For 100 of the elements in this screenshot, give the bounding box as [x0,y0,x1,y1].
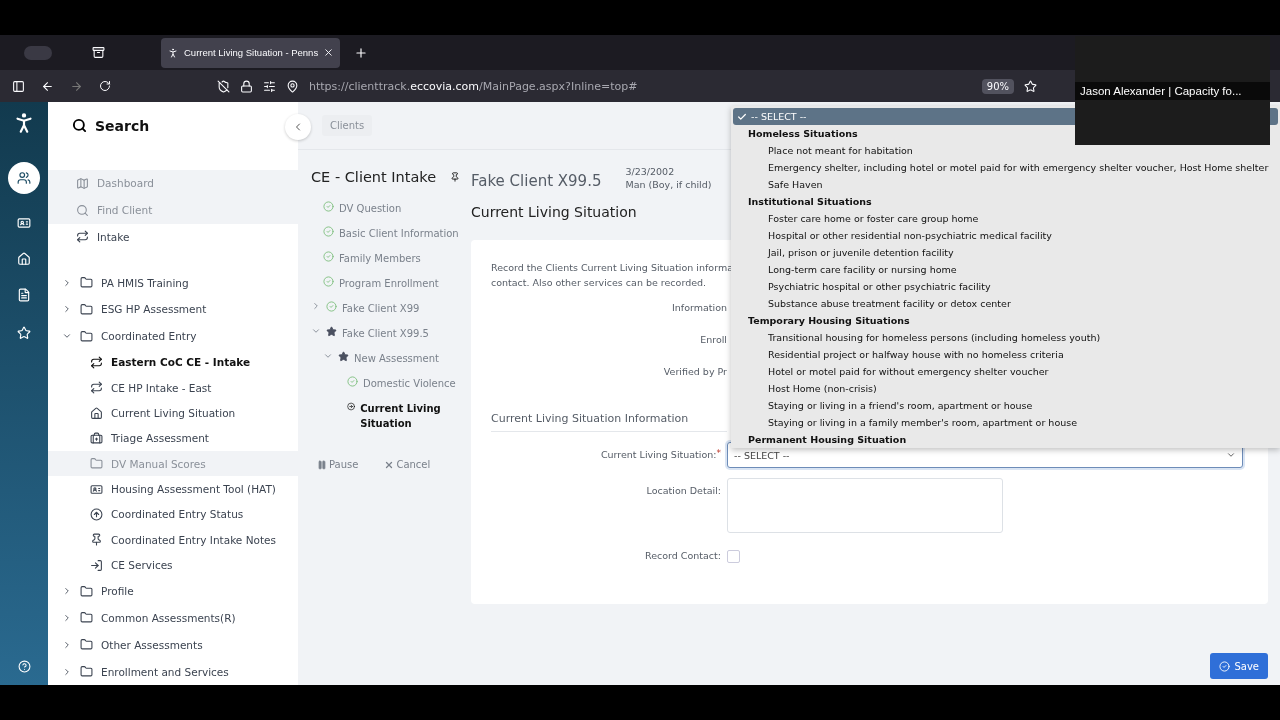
nav-folder[interactable]: ESG HP Assessment [48,296,298,323]
new-tab-icon[interactable] [354,45,369,60]
chevron-right-icon[interactable] [62,639,72,650]
dropdown-option[interactable]: Psychiatric hospital or other psychiatric facility [733,278,1278,295]
workflow-step[interactable]: Basic Client Information [311,221,461,246]
dropdown-option[interactable]: Residential project or halfway house with no homeless criteria [733,346,1278,363]
nav-item[interactable]: Eastern CoC CE - Intake [48,349,298,376]
option-group-label: Temporary Housing Situations [747,314,911,328]
workflow-step[interactable]: Fake Client X99 [311,296,461,321]
dropdown-option[interactable]: Staying or living in a family member's room, apartment or house [733,414,1278,431]
permissions-icon[interactable] [263,79,276,93]
workflow-step[interactable]: Family Members [311,246,461,271]
required-marker: * [716,448,721,458]
folder-icon [90,457,103,471]
folder-icon [80,276,93,290]
close-icon[interactable] [323,47,335,58]
check-icon [737,111,747,122]
dropdown-option[interactable]: Staying or living in a friend's room, apartment or house [733,397,1278,414]
reload-icon[interactable] [99,80,111,92]
nav-item[interactable]: Current Living Situation [48,400,298,426]
nav-folder[interactable]: Other Assessments [48,631,298,659]
workflow-step[interactable]: DV Question [311,196,461,221]
folder-icon [80,665,93,679]
folder-icon [80,329,93,343]
url-text: https://clienttrack.eccovia.com/MainPage.aspx?Inline=top# [309,79,638,93]
nav-folder[interactable]: Profile [48,577,298,605]
repeat-icon [76,230,89,244]
location-detail-field[interactable] [727,478,1003,533]
nav-folder[interactable]: Common Assessments(R) [48,604,298,632]
nav-item[interactable]: Coordinated Entry Status [48,501,298,527]
pause-icon [317,459,327,470]
search-icon [76,203,89,217]
video-caption: Jason Alexander | Capacity fo... [1075,81,1270,100]
chevron-right-icon[interactable] [62,304,72,315]
search-icon[interactable] [72,118,87,134]
pin-icon [90,533,103,547]
section-title: Current Living Situation Information [491,412,727,432]
map-icon [76,176,89,190]
dropdown-option[interactable]: Substance abuse treatment facility or detox center [733,295,1278,312]
arrow-up-circle-icon [90,507,103,521]
nav-item[interactable]: CE HP Intake - East [48,375,298,401]
workflow-step[interactable]: New Assessment [311,346,461,371]
id-card-icon[interactable] [17,216,31,230]
nav-item[interactable]: Coordinated Entry Intake Notes [48,527,298,553]
dropdown-option[interactable]: Foster care home or foster care group home [733,210,1278,227]
check-circle-icon [323,276,334,287]
browser-tab[interactable]: Current Living Situation - Penns [161,37,341,68]
help-icon[interactable] [17,660,31,673]
location-pin-icon[interactable] [286,79,299,93]
chevron-right-icon[interactable] [62,277,72,288]
lock-icon[interactable] [240,79,253,93]
folder-icon [80,584,93,598]
dropdown-option[interactable]: Jail, prison or juvenile detention facility [733,244,1278,261]
client-birth-date: 3/23/2002 [625,166,676,177]
address-bar[interactable]: https://clienttrack.eccovia.com/MainPage.aspx?Inline=top# 90% [217,72,1037,100]
shield-icon[interactable] [217,79,230,93]
workflow-step[interactable]: Program Enrollment [311,271,461,296]
cancel-button[interactable]: Cancel [384,459,431,470]
back-icon[interactable] [41,79,54,93]
sidebar-toggle-icon[interactable] [12,79,25,93]
nav-item[interactable]: Housing Assessment Tool (HAT) [48,476,298,502]
chevron-right-icon[interactable] [62,666,72,677]
chevron-right-icon[interactable] [62,586,72,597]
home-icon [90,406,103,420]
pause-button[interactable]: Pause [317,459,359,470]
search-heading[interactable]: Search [95,117,150,134]
home-icon[interactable] [17,252,31,266]
nav-item[interactable]: Intake [48,223,298,251]
pin-icon[interactable] [450,172,461,182]
field-label: Information [672,301,727,315]
record-contact-checkbox[interactable] [727,550,740,563]
nav-folder[interactable]: PA HMIS Training [48,269,298,297]
dropdown-option[interactable]: Hospital or other residential non-psychiatric medical facility [733,227,1278,244]
star-icon [326,326,337,337]
dropdown-option[interactable]: Long-term care facility or nursing home [733,261,1278,278]
nav-folder[interactable]: Enrollment and Services [48,658,298,685]
workflow-step[interactable]: Fake Client X99.5 [311,321,461,346]
dropdown-option[interactable]: Safe Haven [733,176,1278,193]
nav-folder[interactable]: Coordinated Entry [48,322,298,350]
archive-icon[interactable] [92,46,105,59]
dropdown-option[interactable]: Place not meant for habitation [733,142,1278,159]
dropdown-option[interactable]: Host Home (non-crisis) [733,380,1278,397]
repeat-icon [90,355,103,369]
nav-item[interactable]: Triage Assessment [48,425,298,452]
bookmark-star-icon[interactable] [1024,79,1037,93]
star-icon[interactable] [17,326,31,340]
save-button[interactable]: Save [1210,653,1268,679]
zoom-level[interactable]: 90% [981,78,1014,94]
workflow-step[interactable]: Domestic Violence [311,371,461,396]
chevron-right-icon[interactable] [62,612,72,623]
nav-item[interactable]: CE Services [48,552,298,578]
dropdown-option[interactable]: Hotel or motel paid for without emergency shelter voucher [733,363,1278,380]
document-icon[interactable] [17,288,31,302]
client-gender: Man (Boy, if child) [625,179,712,190]
clients-rail-button[interactable] [8,162,40,194]
workflow-step[interactable]: Current Living Situation [311,396,461,431]
dropdown-option[interactable]: Transitional housing for homeless persons (including homeless youth) [733,329,1278,346]
caret-icon [1226,450,1236,460]
dropdown-option[interactable]: Emergency shelter, including hotel or motel paid for with emergency shelter voucher, Host Home shelter [733,159,1278,176]
forward-icon[interactable] [70,79,83,93]
